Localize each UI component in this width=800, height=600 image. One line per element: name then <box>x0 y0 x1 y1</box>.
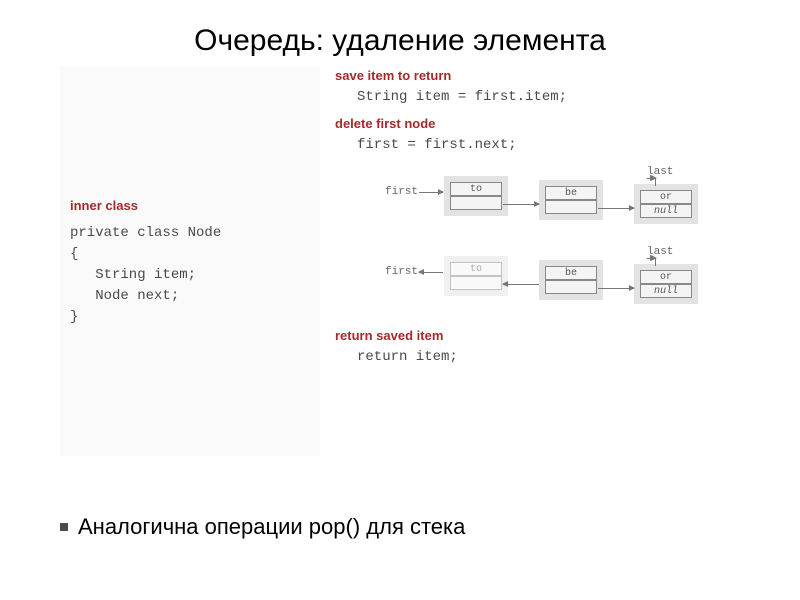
page-title: Очередь: удаление элемента <box>0 0 800 66</box>
node-cell: null <box>640 204 692 218</box>
arrow-first <box>419 192 443 193</box>
node-cell <box>450 276 502 290</box>
right-column: save item to return String item = first.… <box>335 66 740 456</box>
arrow-link <box>598 208 634 209</box>
section-delete: delete first node first = first.next; <box>335 116 740 156</box>
arrow-first-removed <box>419 272 443 273</box>
arrow-link <box>503 204 539 205</box>
diagram-node: or null <box>640 270 692 298</box>
node-cell: to <box>450 262 502 276</box>
arrow-last-h <box>647 258 655 259</box>
node-cell: null <box>640 284 692 298</box>
diagram-node: be <box>545 266 597 294</box>
first-pointer-label: first <box>385 186 418 198</box>
diagram-node-removed: to <box>450 262 502 290</box>
save-code: String item = first.item; <box>335 87 740 108</box>
node-cell: to <box>450 182 502 196</box>
bullet-note: Аналогична операции pop() для стека <box>60 514 465 540</box>
arrow-link-back <box>503 284 539 285</box>
diagram-node: or null <box>640 190 692 218</box>
bullet-text: Аналогична операции pop() для стека <box>78 514 465 539</box>
delete-label: delete first node <box>335 116 740 131</box>
section-return: return saved item return item; <box>335 328 740 368</box>
diagram-row-2: first last to be or null <box>335 244 740 314</box>
diagram-node: to <box>450 182 502 210</box>
content-panel: inner class private class Node { String … <box>60 66 740 456</box>
node-cell <box>450 196 502 210</box>
node-cell <box>545 280 597 294</box>
arrow-last-h <box>647 178 655 179</box>
left-column: inner class private class Node { String … <box>60 66 320 456</box>
diagram-row-1: first last to be or null <box>335 164 740 234</box>
node-cell: be <box>545 266 597 280</box>
diagram-node: be <box>545 186 597 214</box>
node-cell: be <box>545 186 597 200</box>
return-label: return saved item <box>335 328 740 343</box>
node-cell: or <box>640 190 692 204</box>
node-cell: or <box>640 270 692 284</box>
arrow-link <box>598 288 634 289</box>
save-label: save item to return <box>335 68 740 83</box>
return-code: return item; <box>335 347 740 368</box>
inner-class-label: inner class <box>70 198 310 213</box>
bullet-icon <box>60 523 68 531</box>
delete-code: first = first.next; <box>335 135 740 156</box>
first-pointer-label: first <box>385 266 418 278</box>
inner-class-code: private class Node { String item; Node n… <box>70 223 310 328</box>
node-cell <box>545 200 597 214</box>
section-save: save item to return String item = first.… <box>335 68 740 108</box>
